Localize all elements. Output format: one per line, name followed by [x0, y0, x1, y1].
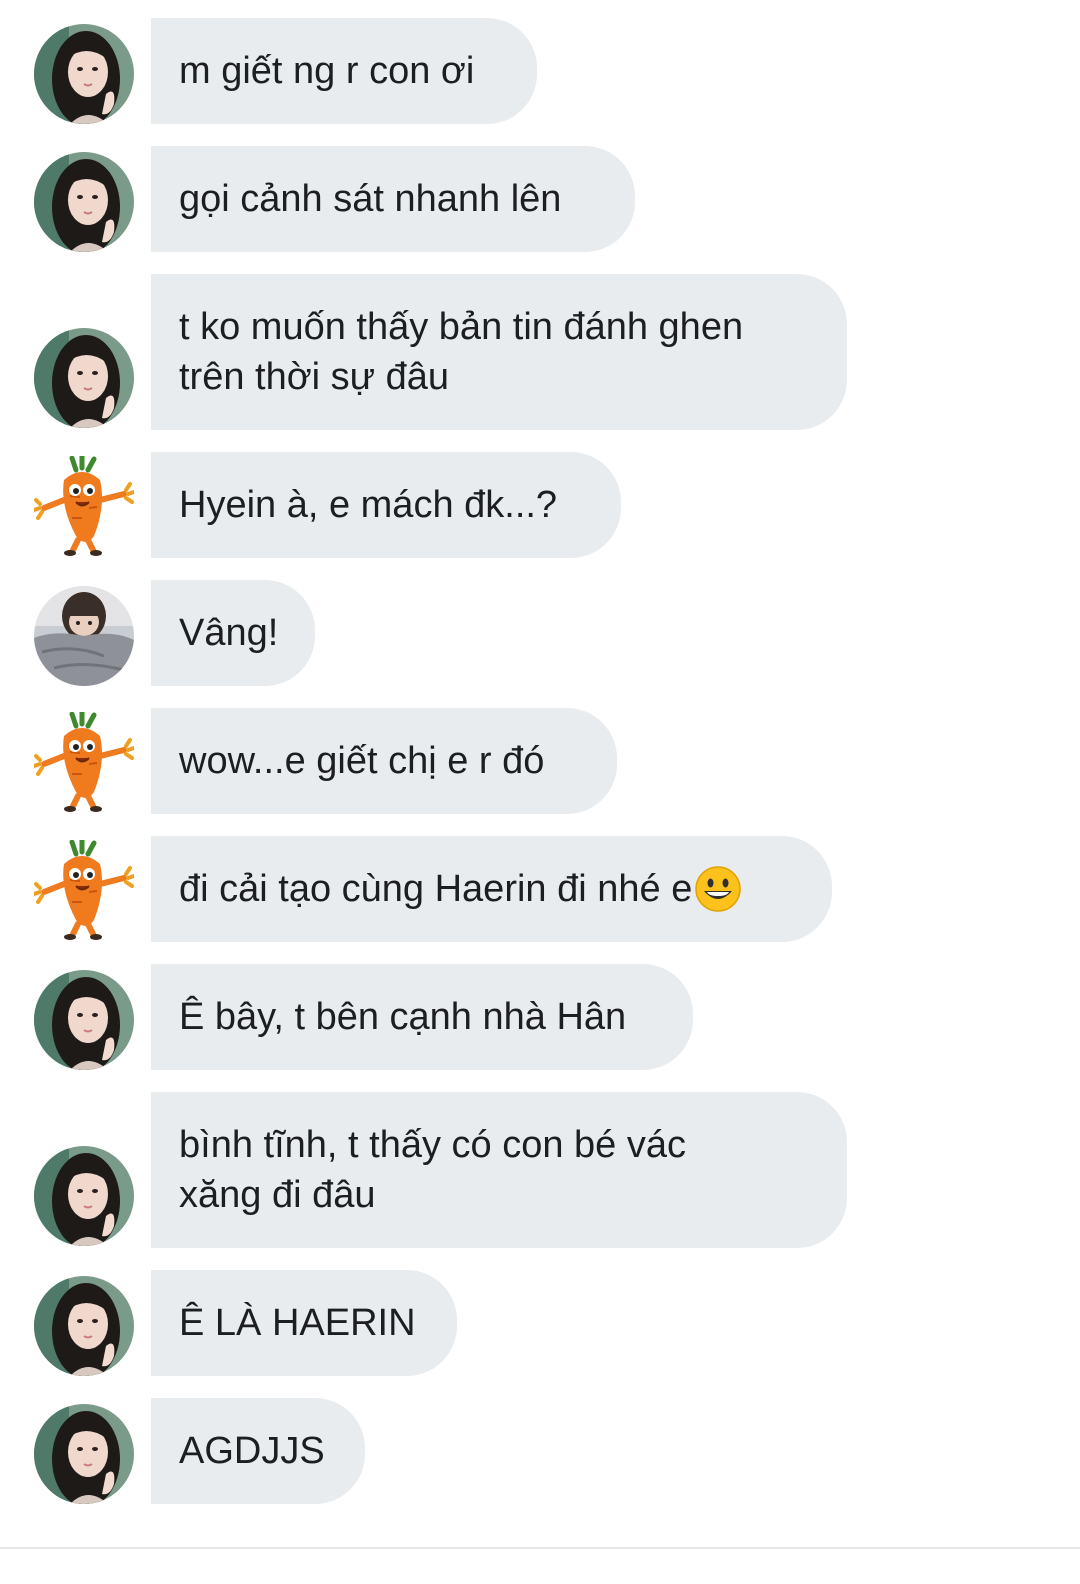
message-text: Ê bây, t bên cạnh nhà Hân: [179, 996, 627, 1038]
carrot-mascot-icon: [34, 712, 134, 812]
message-bubble[interactable]: m giết ng r con ơi: [151, 18, 537, 124]
message-row: gọi cảnh sát nhanh lên: [0, 146, 1080, 252]
avatar-girl[interactable]: [34, 970, 134, 1070]
avatar-girl[interactable]: [34, 1146, 134, 1246]
message-row: Ê LÀ HAERIN: [0, 1270, 1080, 1376]
message-row: đi cải tạo cùng Haerin đi nhé e: [0, 836, 1080, 942]
message-row: wow...e giết chị e r đó: [0, 708, 1080, 814]
message-text: wow...e giết chị e r đó: [179, 740, 545, 782]
avatar-carrot[interactable]: [34, 840, 134, 940]
message-bubble[interactable]: Hyein à, e mách đk...?: [151, 452, 621, 558]
message-row: t ko muốn thấy bản tin đánh ghen trên th…: [0, 274, 1080, 430]
avatar-girl[interactable]: [34, 1276, 134, 1376]
message-bubble[interactable]: t ko muốn thấy bản tin đánh ghen trên th…: [151, 274, 847, 430]
message-bubble[interactable]: AGDJJS: [151, 1398, 365, 1504]
message-text: AGDJJS: [179, 1430, 325, 1472]
message-text: đi cải tạo cùng Haerin đi nhé e: [179, 868, 693, 910]
avatar-carrot[interactable]: [34, 456, 134, 556]
message-bubble[interactable]: Ê LÀ HAERIN: [151, 1270, 457, 1376]
avatar-girl[interactable]: [34, 328, 134, 428]
avatar-girl[interactable]: [34, 152, 134, 252]
carrot-mascot-icon: [34, 840, 134, 940]
message-text: m giết ng r con ơi: [179, 50, 475, 92]
message-bubble[interactable]: gọi cảnh sát nhanh lên: [151, 146, 635, 252]
message-text: Ê LÀ HAERIN: [179, 1302, 416, 1344]
message-text: t ko muốn thấy bản tin đánh ghen trên th…: [179, 306, 744, 398]
girl-portrait-icon: [34, 1146, 134, 1246]
person-in-bed-icon: [34, 586, 134, 686]
girl-portrait-icon: [34, 328, 134, 428]
message-row: Hyein à, e mách đk...?: [0, 452, 1080, 558]
girl-portrait-icon: [34, 970, 134, 1070]
girl-portrait-icon: [34, 24, 134, 124]
chat-thread: m giết ng r con ơi gọi cảnh sát nhanh lê…: [0, 0, 1080, 1584]
message-text: Hyein à, e mách đk...?: [179, 484, 558, 526]
girl-portrait-icon: [34, 1276, 134, 1376]
avatar-carrot[interactable]: [34, 712, 134, 812]
divider: [0, 1547, 1080, 1549]
message-row: Vâng!: [0, 580, 1080, 686]
message-text: bình tĩnh, t thấy có con bé vác xăng đi …: [179, 1124, 686, 1216]
message-row: Ê bây, t bên cạnh nhà Hân: [0, 964, 1080, 1070]
girl-portrait-icon: [34, 1404, 134, 1504]
message-text: Vâng!: [179, 612, 279, 654]
carrot-mascot-icon: [34, 456, 134, 556]
message-bubble[interactable]: Vâng!: [151, 580, 315, 686]
message-row: m giết ng r con ơi: [0, 18, 1080, 124]
message-row: AGDJJS: [0, 1398, 1080, 1504]
avatar-girl[interactable]: [34, 24, 134, 124]
message-bubble[interactable]: Ê bây, t bên cạnh nhà Hân: [151, 964, 693, 1070]
girl-portrait-icon: [34, 152, 134, 252]
grinning-face-emoji-icon: [695, 866, 742, 912]
message-bubble[interactable]: đi cải tạo cùng Haerin đi nhé e: [151, 836, 832, 942]
avatar-girl[interactable]: [34, 1404, 134, 1504]
message-bubble[interactable]: wow...e giết chị e r đó: [151, 708, 617, 814]
avatar-bed[interactable]: [34, 586, 134, 686]
message-row: bình tĩnh, t thấy có con bé vác xăng đi …: [0, 1092, 1080, 1248]
message-bubble[interactable]: bình tĩnh, t thấy có con bé vác xăng đi …: [151, 1092, 847, 1248]
message-text: gọi cảnh sát nhanh lên: [179, 178, 562, 220]
